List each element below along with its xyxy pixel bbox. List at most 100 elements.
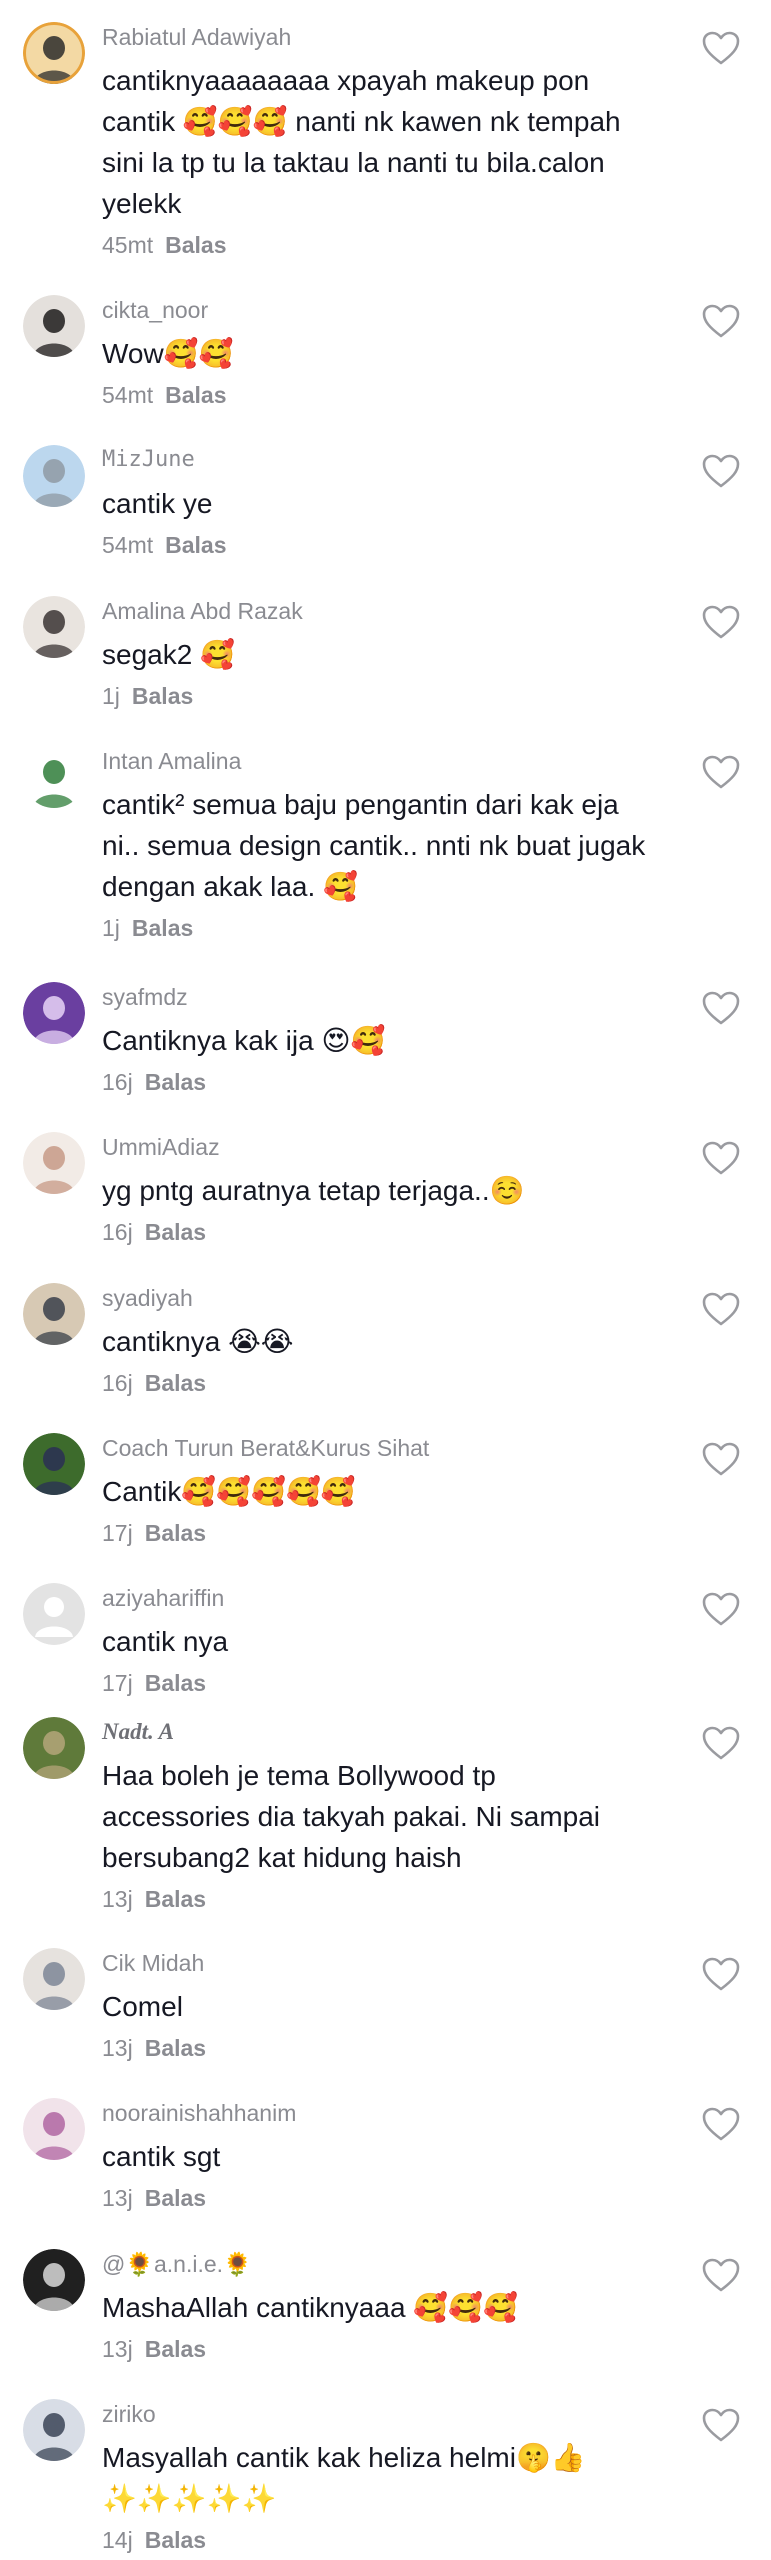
comment-timestamp: 16j [102, 1370, 133, 1396]
avatar-photo-icon[interactable] [23, 2098, 85, 2160]
comment-meta: 54mt Balas [102, 530, 227, 560]
comment-text-line: Comel [102, 1991, 183, 2022]
comment-username[interactable]: aziyahariffin [102, 1583, 224, 1613]
heart-outline-icon[interactable] [701, 1140, 741, 1176]
comment-username[interactable]: Coach Turun Berat&Kurus Sihat [102, 1433, 429, 1463]
heart-outline-icon[interactable] [701, 604, 741, 640]
avatar-photo-icon[interactable] [23, 1948, 85, 2010]
avatar-photo-icon[interactable] [23, 1717, 85, 1779]
comment-text-line: Cantik🥰🥰🥰🥰🥰 [102, 1476, 356, 1507]
reply-button[interactable]: Balas [145, 1670, 206, 1696]
comment-text: Haa boleh je tema Bollywood tp accessorie… [102, 1755, 702, 1878]
comment-username[interactable]: cikta_noor [102, 295, 208, 325]
avatar-photo-icon[interactable] [23, 596, 85, 658]
reply-button[interactable]: Balas [145, 1219, 206, 1245]
comment-username[interactable]: noorainishahhanim [102, 2098, 296, 2128]
comment-text-line: dengan akak laa. 🥰 [102, 871, 358, 902]
comment-text: cantik ye [102, 483, 702, 524]
reply-button[interactable]: Balas [132, 915, 193, 941]
comment-username[interactable]: ziriko [102, 2399, 156, 2429]
avatar-photo-icon[interactable] [23, 2249, 85, 2311]
comment-text-line: Wow🥰🥰 [102, 338, 234, 369]
reply-button[interactable]: Balas [145, 1370, 206, 1396]
comment-meta: 14j Balas [102, 2525, 206, 2555]
comment-text-line: accessories dia takyah pakai. Ni sampai [102, 1801, 601, 1832]
avatar-photo-icon[interactable] [23, 295, 85, 357]
comment-text: cantik sgt [102, 2136, 702, 2177]
heart-outline-icon[interactable] [701, 1441, 741, 1477]
heart-outline-icon[interactable] [701, 1591, 741, 1627]
avatar-photo-icon[interactable] [23, 22, 85, 84]
comment-text: segak2 🥰 [102, 634, 702, 675]
comment-username[interactable]: syadiyah [102, 1283, 193, 1313]
reply-button[interactable]: Balas [145, 2185, 206, 2211]
comment-timestamp: 13j [102, 2185, 133, 2211]
comment-text-line: cantik² semua baju pengantin dari kak ej… [102, 789, 619, 820]
comment-timestamp: 13j [102, 1886, 133, 1912]
comment-text-line: cantik sgt [102, 2141, 221, 2172]
comment-meta: 13j Balas [102, 2033, 206, 2063]
reply-button[interactable]: Balas [145, 2336, 206, 2362]
comment-meta: 54mt Balas [102, 380, 227, 410]
comment-text-line: bersubang2 kat hidung haish [102, 1842, 462, 1873]
comment-timestamp: 13j [102, 2336, 133, 2362]
comment-text: MashaAllah cantiknyaaa 🥰🥰🥰 [102, 2287, 702, 2328]
comment-text: cantiknyaaaaaaaa xpayah makeup pon cantik… [102, 60, 702, 224]
comment-timestamp: 13j [102, 2035, 133, 2061]
heart-outline-icon[interactable] [701, 990, 741, 1026]
avatar-default-icon[interactable] [23, 1583, 85, 1645]
heart-outline-icon[interactable] [701, 754, 741, 790]
comment-text: cantik² semua baju pengantin dari kak ej… [102, 784, 702, 907]
comment-timestamp: 1j [102, 915, 120, 941]
comment-timestamp: 45mt [102, 232, 154, 258]
comment-username[interactable]: @🌻a.n.i.e.🌻 [102, 2249, 252, 2279]
reply-button[interactable]: Balas [145, 1886, 206, 1912]
comment-meta: 16j Balas [102, 1368, 206, 1398]
comment-username[interactable]: Amalina Abd Razak [102, 596, 303, 626]
comment-meta: 1j Balas [102, 681, 193, 711]
reply-button[interactable]: Balas [165, 232, 226, 258]
comment-username[interactable]: syafmdz [102, 982, 188, 1012]
avatar-photo-icon[interactable] [23, 2399, 85, 2461]
comment-timestamp: 54mt [102, 532, 154, 558]
heart-outline-icon[interactable] [701, 2106, 741, 2142]
comment-text-line: ni.. semua design cantik.. nnti nk buat … [102, 830, 646, 861]
comment-username[interactable]: Rabiatul Adawiyah [102, 22, 291, 52]
heart-outline-icon[interactable] [701, 1291, 741, 1327]
avatar-photo-icon[interactable] [23, 1283, 85, 1345]
reply-button[interactable]: Balas [145, 1069, 206, 1095]
reply-button[interactable]: Balas [165, 382, 226, 408]
comment-text: yg pntg auratnya tetap terjaga..☺️ [102, 1170, 702, 1211]
avatar-photo-icon[interactable] [23, 445, 85, 507]
comment-timestamp: 1j [102, 683, 120, 709]
comment-username[interactable]: Cik Midah [102, 1948, 204, 1978]
comment-text: Cantiknya kak ija 😍🥰 [102, 1020, 702, 1061]
heart-outline-icon[interactable] [701, 1725, 741, 1761]
heart-outline-icon[interactable] [701, 303, 741, 339]
comment-text-line: Haa boleh je tema Bollywood tp [102, 1760, 496, 1791]
avatar-photo-icon[interactable] [23, 1132, 85, 1194]
comment-username[interactable]: Nadt. A [102, 1717, 174, 1747]
reply-button[interactable]: Balas [145, 2527, 206, 2553]
comment-username[interactable]: MizJune [102, 445, 195, 475]
comment-username[interactable]: UmmiAdiaz [102, 1132, 220, 1162]
heart-outline-icon[interactable] [701, 30, 741, 66]
avatar-photo-icon[interactable] [23, 1433, 85, 1495]
reply-button[interactable]: Balas [145, 2035, 206, 2061]
heart-outline-icon[interactable] [701, 453, 741, 489]
avatar-photo-icon[interactable] [23, 746, 85, 808]
avatar-photo-icon[interactable] [23, 982, 85, 1044]
reply-button[interactable]: Balas [165, 532, 226, 558]
reply-button[interactable]: Balas [145, 1520, 206, 1546]
comment-username[interactable]: Intan Amalina [102, 746, 241, 776]
comment-text: Masyallah cantik kak heliza helmi🤫👍 ✨✨✨✨✨ [102, 2437, 702, 2519]
comment-text-line: sini la tp tu la taktau la nanti tu bila… [102, 147, 605, 178]
heart-outline-icon[interactable] [701, 1956, 741, 1992]
comment-text-line: cantiknyaaaaaaaa xpayah makeup pon [102, 65, 590, 96]
heart-outline-icon[interactable] [701, 2257, 741, 2293]
reply-button[interactable]: Balas [132, 683, 193, 709]
comment-text: cantiknya 😭😭 [102, 1321, 702, 1362]
comment-list: Rabiatul Adawiyah cantiknyaaaaaaaa xpayah… [0, 0, 771, 2560]
heart-outline-icon[interactable] [701, 2407, 741, 2443]
comment-meta: 1j Balas [102, 913, 193, 943]
